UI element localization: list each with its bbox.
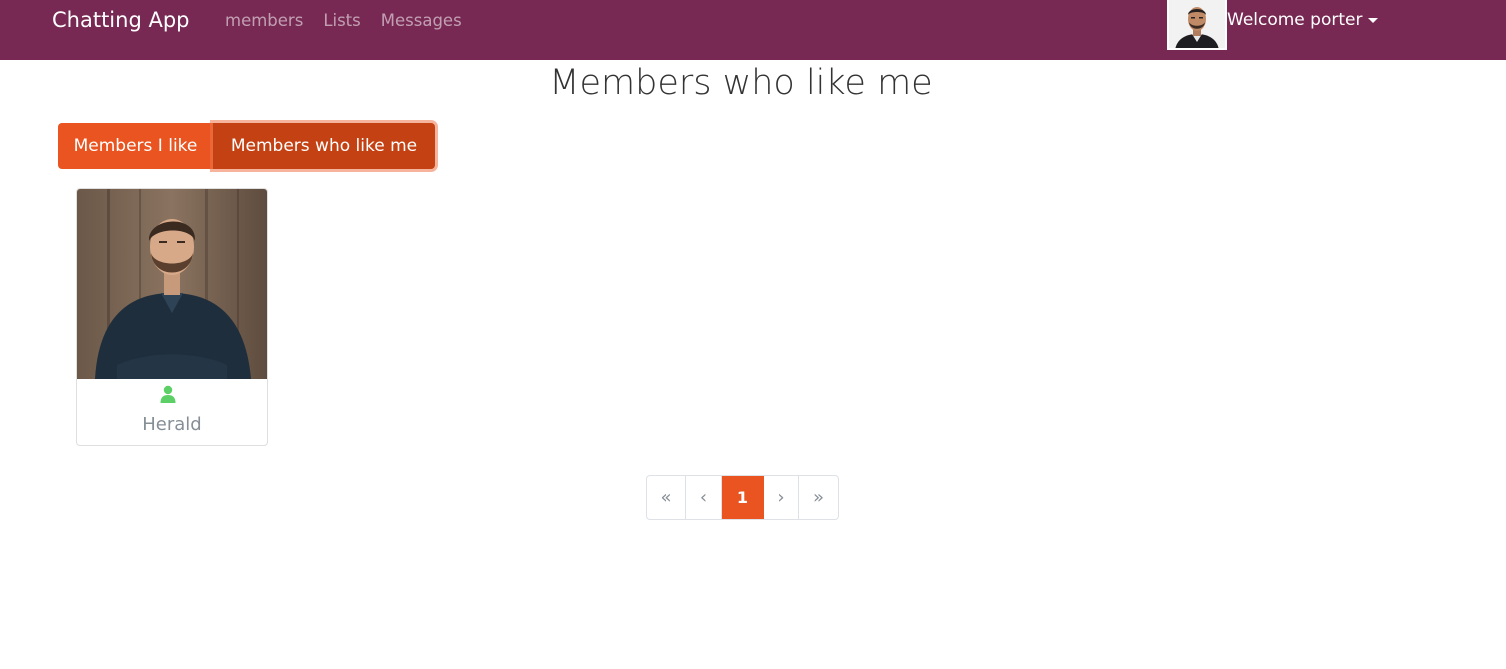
brand-link[interactable]: Chatting App (52, 6, 189, 34)
pagination-last[interactable]: » (799, 476, 838, 519)
welcome-text: Welcome porter (1227, 10, 1363, 30)
caret-down-icon (1368, 17, 1379, 23)
member-card[interactable]: Herald (76, 188, 268, 446)
user-menu-toggle[interactable]: Welcome porter (1227, 8, 1379, 32)
nav-link-members[interactable]: members (225, 9, 303, 33)
pagination: « ‹ 1 › » (646, 475, 839, 520)
pagination-prev[interactable]: ‹ (686, 476, 722, 519)
likes-filter-group: Members I like Members who like me (58, 123, 435, 169)
nav-links: members Lists Messages (225, 9, 462, 33)
pagination-first[interactable]: « (647, 476, 686, 519)
avatar-photo (1169, 0, 1225, 48)
user-avatar[interactable] (1167, 0, 1227, 50)
members-i-like-button[interactable]: Members I like (58, 123, 213, 169)
member-photo (77, 189, 267, 379)
nav-link-messages[interactable]: Messages (381, 9, 462, 33)
pagination-page-1[interactable]: 1 (722, 476, 764, 519)
pagination-next[interactable]: › (764, 476, 799, 519)
nav-link-lists[interactable]: Lists (323, 9, 360, 33)
members-who-like-me-button[interactable]: Members who like me (213, 123, 435, 169)
page-title: Members who like me (549, 63, 933, 103)
member-name: Herald (142, 414, 202, 435)
user-icon (160, 385, 176, 403)
top-navbar: Chatting App members Lists Messages Welc… (0, 0, 1506, 60)
